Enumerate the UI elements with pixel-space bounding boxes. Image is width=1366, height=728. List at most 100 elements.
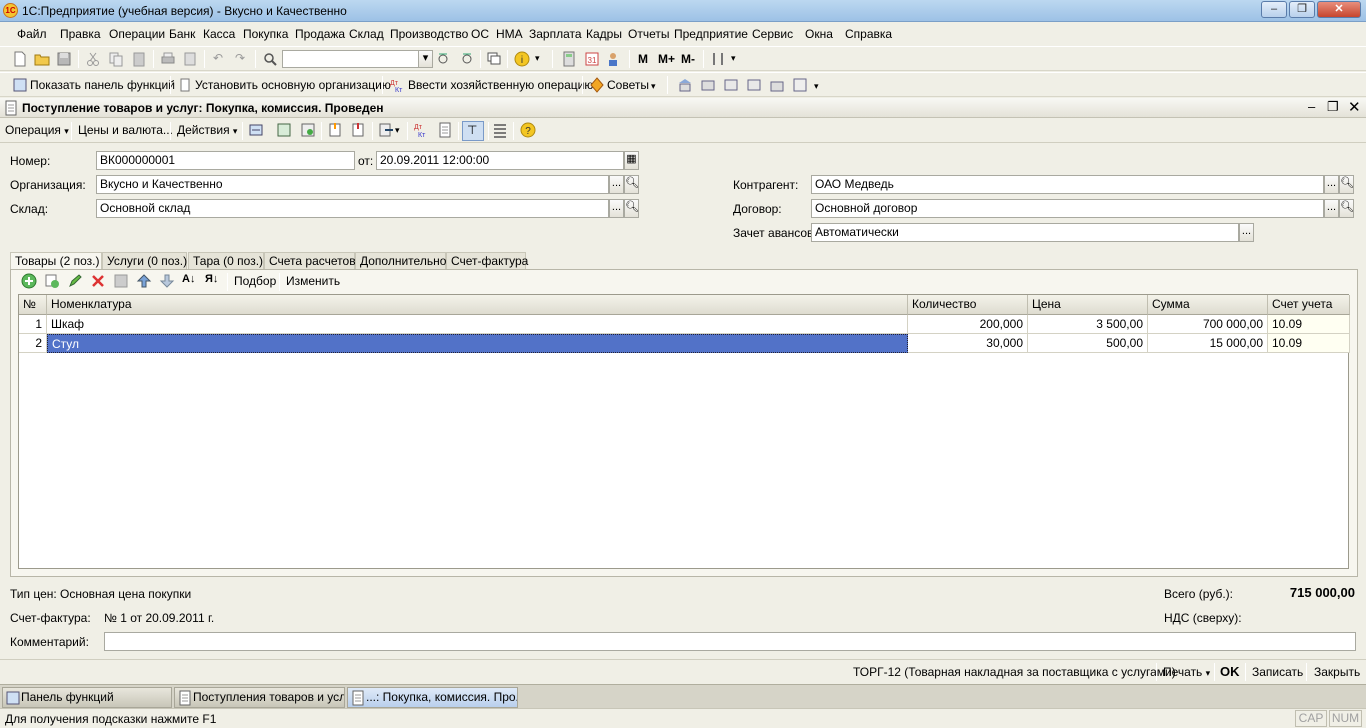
advance-select-button[interactable]: ... xyxy=(1239,223,1254,242)
find-prev-icon[interactable] xyxy=(458,51,474,67)
warehouse-open-button[interactable]: 🔍︎ xyxy=(624,199,639,218)
column-header-nomenclature[interactable]: Номенклатура xyxy=(47,295,908,315)
refresh-icon[interactable] xyxy=(300,122,316,138)
close-window-button[interactable]: ✕ xyxy=(1317,1,1361,18)
column-header-price[interactable]: Цена xyxy=(1028,295,1148,315)
comment-field[interactable] xyxy=(104,632,1356,651)
info-dropdown-icon[interactable]: ▾ xyxy=(535,53,540,64)
more-dropdown-icon[interactable]: ▾ xyxy=(814,81,819,92)
tab-settlement-accounts[interactable]: Счета расчетов xyxy=(264,252,356,269)
sort-desc-icon[interactable]: Я↓ xyxy=(205,273,218,285)
menu-purchase[interactable]: Покупка xyxy=(243,27,288,41)
cell-quantity[interactable]: 30,000 xyxy=(908,334,1028,353)
unpost-icon[interactable] xyxy=(350,122,366,138)
tab-packaging[interactable]: Тара (0 поз.) xyxy=(188,252,264,269)
warehouse-select-button[interactable]: ... xyxy=(609,199,624,218)
search-input[interactable] xyxy=(282,50,422,68)
cell-sum[interactable]: 15 000,00 xyxy=(1148,334,1268,353)
reports-icon[interactable] xyxy=(792,77,808,93)
taskbar-item-current-document[interactable]: ...: Покупка, комиссия. Про... xyxy=(347,687,518,708)
enter-operation-button[interactable]: Ввести хозяйственную операцию xyxy=(408,78,593,92)
undo-icon[interactable]: ↶ xyxy=(213,51,223,65)
ok-button[interactable]: OK xyxy=(1220,664,1240,679)
memory-plus-button[interactable]: M+ xyxy=(658,52,675,66)
sort-asc-icon[interactable]: A↓ xyxy=(182,273,195,285)
contractor-field[interactable]: ОАО Медведь xyxy=(811,175,1324,194)
post-icon[interactable] xyxy=(276,122,292,138)
taskbar-item-function-panel[interactable]: Панель функций xyxy=(2,687,172,708)
warehouse-icon[interactable] xyxy=(769,77,785,93)
calendar-picker-button[interactable]: ▦ xyxy=(624,151,639,170)
add-row-icon[interactable] xyxy=(21,273,37,289)
open-folder-icon[interactable] xyxy=(34,51,50,67)
edit-row-icon[interactable] xyxy=(67,273,83,289)
help-icon[interactable]: ? xyxy=(520,122,536,138)
tips-dropdown-icon[interactable]: ▾ xyxy=(651,81,656,92)
select-button[interactable]: Подбор xyxy=(234,274,276,288)
taskbar-item-receipts-list[interactable]: Поступления товаров и услуг xyxy=(174,687,345,708)
actions-menu-button[interactable]: Действия ▾ xyxy=(177,123,237,137)
tab-services[interactable]: Услуги (0 поз.) xyxy=(102,252,187,269)
cell-account[interactable]: 10.09 xyxy=(1268,315,1350,334)
number-field[interactable]: ВК000000001 xyxy=(96,151,355,170)
change-button[interactable]: Изменить xyxy=(286,274,340,288)
save-button[interactable]: Записать xyxy=(1252,665,1303,679)
info-icon[interactable]: i xyxy=(514,51,530,67)
cell-price[interactable]: 3 500,00 xyxy=(1028,315,1148,334)
cell-account[interactable]: 10.09 xyxy=(1268,334,1350,353)
advance-field[interactable]: Автоматически xyxy=(811,223,1239,242)
contractor-select-button[interactable]: ... xyxy=(1324,175,1339,194)
operation-menu-button[interactable]: Операция ▾ xyxy=(5,123,69,137)
tab-additional[interactable]: Дополнительно xyxy=(355,252,446,269)
close-button[interactable]: Закрыть xyxy=(1314,665,1360,679)
torg12-print-button[interactable]: ТОРГ-12 (Товарная накладная за поставщик… xyxy=(853,665,1176,679)
print-icon[interactable] xyxy=(160,51,176,67)
menu-windows[interactable]: Окна xyxy=(805,27,833,41)
go-to-dropdown-icon[interactable]: ▾ xyxy=(395,125,400,136)
menu-service[interactable]: Сервис xyxy=(752,27,793,41)
cell-price[interactable]: 500,00 xyxy=(1028,334,1148,353)
based-on-icon[interactable] xyxy=(327,122,343,138)
menu-help[interactable]: Справка xyxy=(845,27,892,41)
windows-icon[interactable] xyxy=(486,51,502,67)
calculator-icon[interactable] xyxy=(561,51,577,67)
minimize-button[interactable]: ‒ xyxy=(1261,1,1287,18)
column-header-quantity[interactable]: Количество xyxy=(908,295,1028,315)
menu-edit[interactable]: Правка xyxy=(60,27,101,41)
invoice-link[interactable]: № 1 от 20.09.2011 г. xyxy=(104,611,214,625)
maximize-button[interactable]: ❐ xyxy=(1289,1,1315,18)
bank-icon[interactable] xyxy=(677,77,693,93)
go-to-icon[interactable] xyxy=(378,122,394,138)
copy-row-icon[interactable] xyxy=(44,273,60,289)
sale-icon[interactable] xyxy=(746,77,762,93)
print-menu-button[interactable]: Печать ▾ xyxy=(1163,665,1210,679)
prices-currency-button[interactable]: Цены и валюта... xyxy=(78,123,173,137)
search-icon[interactable] xyxy=(262,51,278,67)
menu-file[interactable]: Файл xyxy=(17,27,47,41)
copy-icon[interactable] xyxy=(108,51,124,67)
contract-select-button[interactable]: ... xyxy=(1324,199,1339,218)
organization-open-button[interactable]: 🔍︎ xyxy=(624,175,639,194)
contractor-open-button[interactable]: 🔍︎ xyxy=(1339,175,1354,194)
menu-enterprise[interactable]: Предприятие xyxy=(674,27,748,41)
date-field[interactable]: 20.09.2011 12:00:00 xyxy=(376,151,624,170)
menu-warehouse[interactable]: Склад xyxy=(349,27,384,41)
delete-row-icon[interactable] xyxy=(90,273,106,289)
users-icon[interactable] xyxy=(607,51,623,67)
tab-goods[interactable]: Товары (2 поз.) xyxy=(10,252,102,270)
move-up-icon[interactable] xyxy=(136,273,152,289)
menu-salary[interactable]: Зарплата xyxy=(529,27,582,41)
cell-nomenclature[interactable]: Шкаф xyxy=(47,315,908,334)
tools-icon[interactable] xyxy=(710,51,726,67)
doc-close-button[interactable]: ✕ xyxy=(1348,98,1361,116)
find-next-icon[interactable] xyxy=(436,51,452,67)
column-header-account[interactable]: Счет учета xyxy=(1268,295,1350,315)
redo-icon[interactable]: ↷ xyxy=(235,51,245,65)
tab-invoice[interactable]: Счет-фактура xyxy=(446,252,528,269)
memory-minus-button[interactable]: M- xyxy=(681,52,695,66)
price-type-link[interactable]: Тип цен: Основная цена покупки xyxy=(10,587,191,601)
document-journal-icon[interactable] xyxy=(437,122,453,138)
save-icon[interactable] xyxy=(56,51,72,67)
warehouse-field[interactable]: Основной склад xyxy=(96,199,609,218)
menu-reports[interactable]: Отчеты xyxy=(628,27,669,41)
